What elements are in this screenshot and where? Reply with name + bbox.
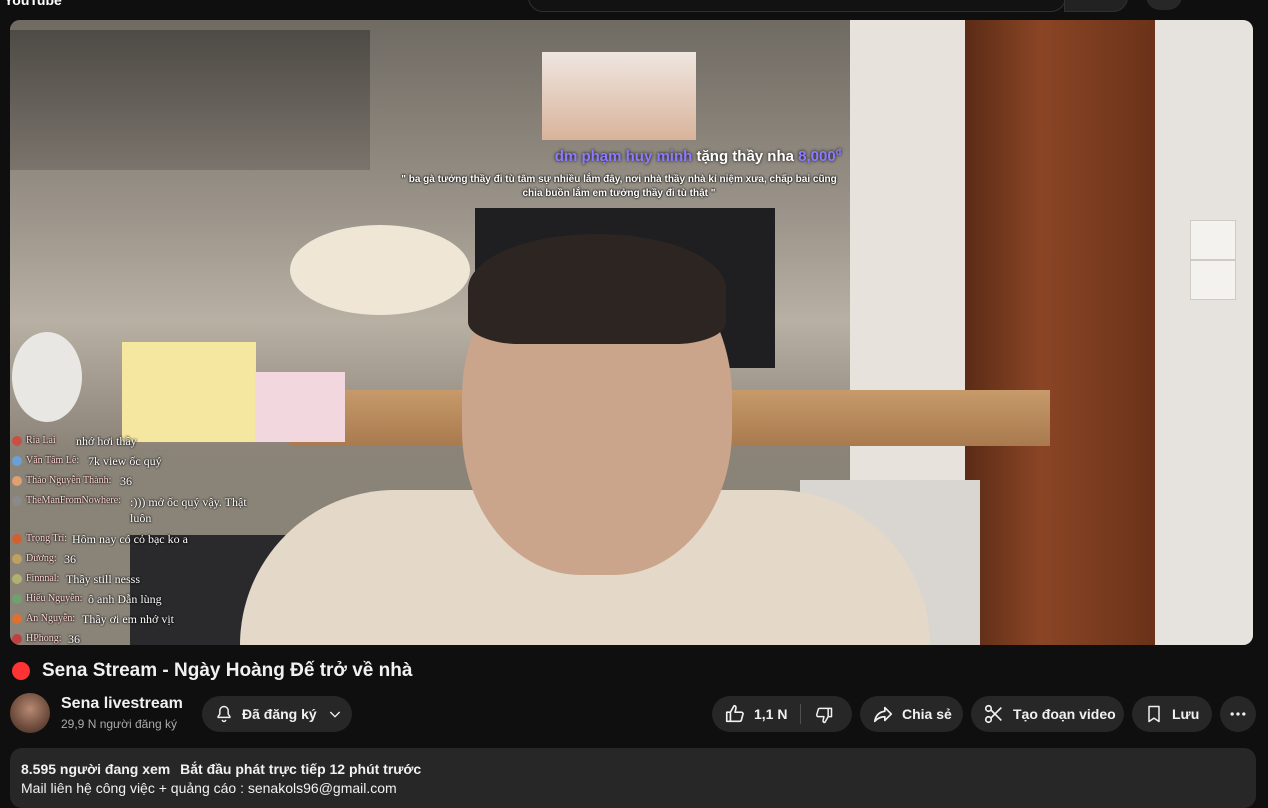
- chat-user: An Nguyễn:: [26, 613, 76, 624]
- chat-user: HPhong:: [26, 633, 62, 644]
- chat-message: Finnnal: Thầy still nesss: [10, 571, 270, 591]
- thumbs-up-icon: [724, 703, 746, 725]
- donation-donor: dm phạm huy minh: [554, 148, 693, 165]
- chat-text: Thầy ơi em nhớ vịt: [82, 612, 175, 626]
- like-button[interactable]: 1,1 N: [724, 703, 787, 725]
- chat-user: Finnnal:: [26, 573, 60, 584]
- donation-action: tặng thầy nha: [696, 148, 794, 165]
- bell-icon: [214, 704, 234, 724]
- chat-message: Văn Tâm Lê: 7k view ốc quý: [10, 453, 270, 473]
- description-text: Mail liên hệ công việc + quảng cáo : sen…: [21, 780, 397, 796]
- dislike-button[interactable]: [814, 705, 834, 725]
- chat-user: TheManFromNowhere:: [26, 495, 121, 506]
- chat-message: Trọng Trí: Hôm nay có cỏ bạc ko a: [10, 531, 270, 551]
- share-label: Chia sẻ: [902, 706, 952, 722]
- chat-text: ô anh Dẫn lùng: [88, 592, 162, 606]
- stream-chat-overlay: Ria Lai nhớ hơi thầy Văn Tâm Lê: 7k view …: [10, 433, 270, 645]
- chat-avatar: [12, 614, 22, 624]
- chat-message: Dương: 36: [10, 551, 270, 571]
- stream-start-time: Bắt đầu phát trực tiếp 12 phút trước: [180, 761, 422, 777]
- video-title-row: Sena Stream - Ngày Hoàng Đế trở về nhà: [12, 658, 412, 684]
- chat-avatar: [12, 476, 22, 486]
- chat-avatar: [12, 496, 22, 506]
- chat-avatar: [12, 594, 22, 604]
- chat-user: Hiếu Nguyễn:: [26, 593, 83, 604]
- clip-button[interactable]: Tạo đoạn video: [971, 696, 1124, 732]
- chat-avatar: [12, 574, 22, 584]
- viewer-count: 8.595 người đang xem: [21, 761, 171, 777]
- description-meta: 8.595 người đang xem Bắt đầu phát trực t…: [21, 761, 421, 777]
- like-count: 1,1 N: [754, 706, 788, 722]
- chat-user: Dương:: [26, 553, 57, 564]
- chat-message: Ria Lai nhớ hơi thầy: [10, 433, 270, 453]
- clip-label: Tạo đoạn video: [1013, 706, 1116, 722]
- chat-avatar: [12, 534, 22, 544]
- like-dislike-group: 1,1 N: [712, 696, 852, 732]
- chat-message: An Nguyễn: Thầy ơi em nhớ vịt: [10, 611, 270, 631]
- thumbs-down-icon: [814, 705, 834, 725]
- search-input[interactable]: [528, 0, 1066, 12]
- description-box[interactable]: 8.595 người đang xem Bắt đầu phát trực t…: [10, 748, 1256, 808]
- donation-image: [542, 52, 696, 140]
- chat-user: Thảo Nguyễn Thành:: [26, 475, 112, 486]
- scissors-icon: [983, 703, 1005, 725]
- like-divider: [800, 704, 801, 724]
- share-icon: [872, 703, 894, 725]
- chat-text: Thầy still nesss: [66, 572, 140, 586]
- live-icon: [12, 662, 30, 680]
- chat-avatar: [12, 436, 22, 446]
- video-title: Sena Stream - Ngày Hoàng Đế trở về nhà: [42, 660, 413, 681]
- chat-user: Ria Lai: [26, 435, 56, 446]
- subscribe-label: Đã đăng ký: [242, 706, 317, 722]
- youtube-logo[interactable]: YouTube: [4, 0, 62, 8]
- more-horizontal-icon: [1228, 704, 1248, 724]
- chat-text: :))) mở ốc quý vậy. Thật luôn: [130, 495, 247, 525]
- video-player[interactable]: dm phạm huy minh tặng thầy nha 8,000đ " …: [10, 20, 1253, 645]
- chat-text: 7k view ốc quý: [88, 454, 162, 468]
- chat-text: 36: [120, 474, 132, 488]
- share-button[interactable]: Chia sẻ: [860, 696, 963, 732]
- bookmark-icon: [1144, 703, 1164, 725]
- chat-user: Văn Tâm Lê:: [26, 455, 80, 466]
- chat-avatar: [12, 456, 22, 466]
- channel-name[interactable]: Sena livestream: [61, 695, 183, 713]
- chat-message: Thảo Nguyễn Thành: 36: [10, 473, 270, 493]
- search-button[interactable]: [1064, 0, 1128, 12]
- chat-message: Hiếu Nguyễn: ô anh Dẫn lùng: [10, 591, 270, 611]
- chat-text: 36: [64, 552, 76, 566]
- voice-search-button[interactable]: [1146, 0, 1182, 10]
- chat-user: Trọng Trí:: [26, 533, 68, 544]
- donation-currency: đ: [835, 147, 842, 157]
- donation-message: " ba gà tưởng thầy đi tù tâm sự nhiều lắ…: [401, 174, 837, 199]
- donation-alert: dm phạm huy minh tặng thầy nha 8,000đ: [10, 147, 1253, 165]
- chat-message: HPhong: 36: [10, 631, 270, 645]
- chat-message: TheManFromNowhere: :))) mở ốc quý vậy. Th…: [10, 493, 260, 531]
- subscribe-button[interactable]: Đã đăng ký: [202, 696, 352, 732]
- save-button[interactable]: Lưu: [1132, 696, 1212, 732]
- subscriber-count: 29,9 N người đăng ký: [61, 717, 177, 731]
- save-label: Lưu: [1172, 706, 1200, 722]
- chat-text: nhớ hơi thầy: [76, 434, 137, 448]
- chat-text: Hôm nay có cỏ bạc ko a: [72, 532, 188, 546]
- channel-avatar[interactable]: [10, 693, 50, 733]
- more-actions-button[interactable]: [1220, 696, 1256, 732]
- chat-text: 36: [68, 632, 80, 645]
- chat-avatar: [12, 634, 22, 644]
- chat-avatar: [12, 554, 22, 564]
- top-bar: YouTube: [0, 0, 1268, 14]
- chevron-down-icon: [327, 706, 343, 722]
- donation-amount: 8,000: [798, 148, 836, 165]
